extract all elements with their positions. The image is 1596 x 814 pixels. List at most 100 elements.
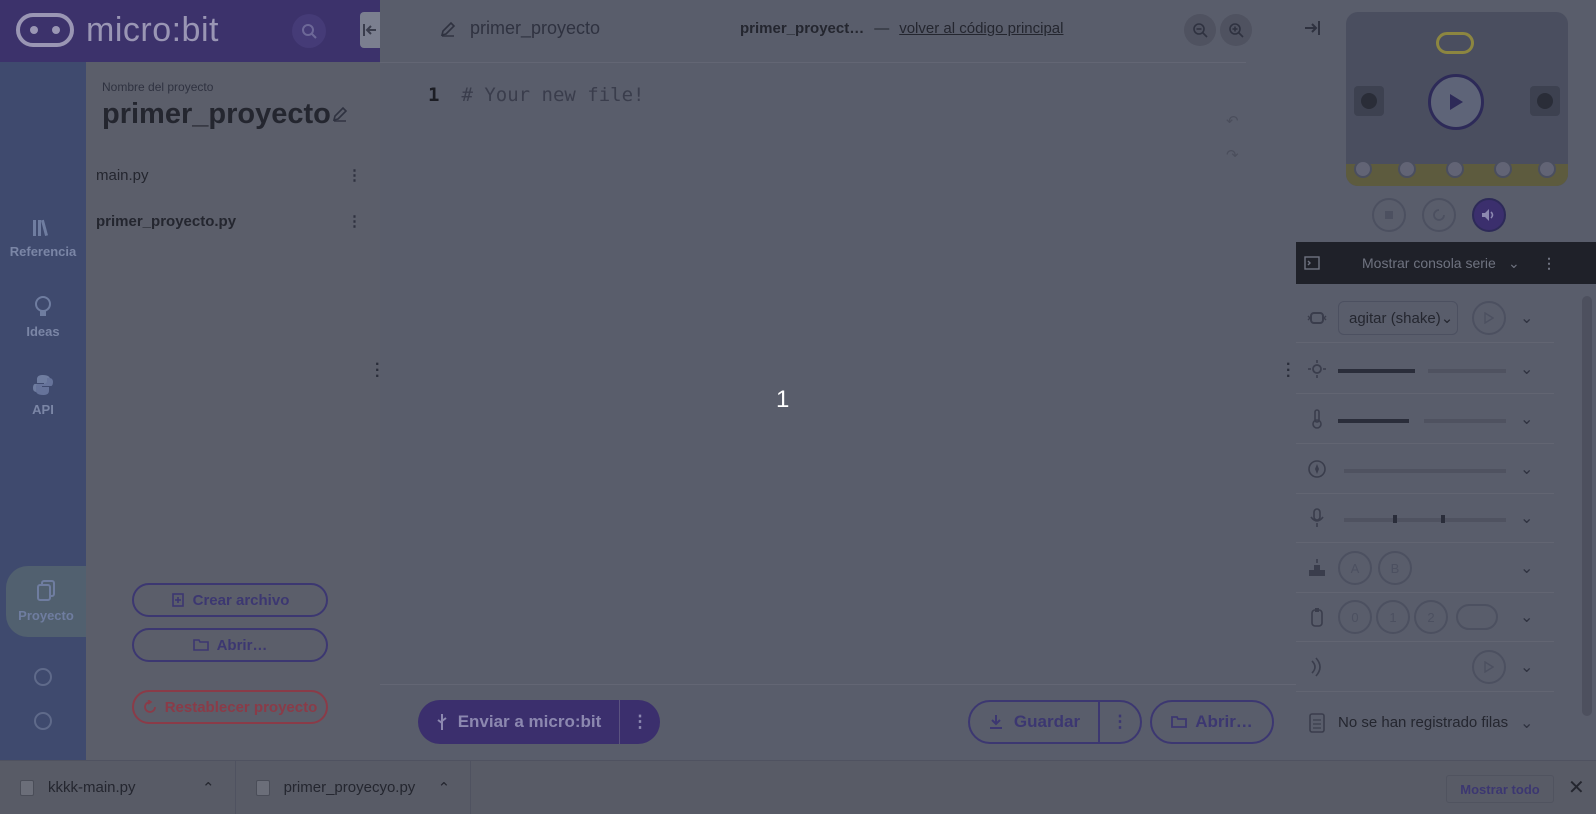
- chevron-up-icon[interactable]: ⌃: [202, 779, 215, 797]
- file-menu-icon[interactable]: ⋮: [346, 166, 362, 184]
- download-icon: [989, 715, 1002, 729]
- radio-message-input[interactable]: [1338, 653, 1454, 681]
- zoom-out-button[interactable]: [1184, 14, 1216, 46]
- search-button[interactable]: [292, 14, 326, 48]
- rail-item-referencia[interactable]: Referencia: [0, 218, 86, 259]
- books-icon: [33, 219, 49, 236]
- pin-1-button[interactable]: 1: [1376, 600, 1410, 634]
- settings-icon[interactable]: [34, 668, 52, 686]
- resize-handle-right[interactable]: · · ·: [1286, 357, 1292, 385]
- create-file-button[interactable]: Crear archivo: [132, 583, 328, 617]
- edit-project-name-button[interactable]: [332, 106, 348, 122]
- board-button-b[interactable]: [1530, 86, 1560, 116]
- play-simulator-button[interactable]: [1428, 74, 1484, 130]
- download-item[interactable]: kkkk-main.py ⌃: [0, 760, 236, 814]
- sound-low-marker[interactable]: [1393, 515, 1397, 523]
- collapse-simulator-button[interactable]: [1304, 20, 1320, 36]
- radio-waves-icon: [1306, 656, 1328, 678]
- show-all-downloads-button[interactable]: Mostrar todo: [1446, 775, 1554, 803]
- compass-slider-track[interactable]: [1344, 469, 1506, 473]
- save-main[interactable]: Guardar: [970, 702, 1100, 742]
- simulator-panel: Mostrar consola serie ⌄ ⋮ agitar (shake)…: [1296, 0, 1596, 760]
- expand-chevron-icon[interactable]: ⌄: [1520, 359, 1533, 379]
- resize-handle-left[interactable]: · · ·: [375, 357, 381, 385]
- breadcrumb-separator: —: [874, 20, 890, 37]
- button-b[interactable]: B: [1378, 551, 1412, 585]
- save-more-icon[interactable]: ⋮: [1100, 702, 1140, 742]
- open-file-button[interactable]: Abrir…: [132, 628, 328, 662]
- save-label: Guardar: [1013, 712, 1081, 731]
- pin-0-label: 0: [1351, 609, 1359, 625]
- expand-chevron-icon[interactable]: ⌄: [1520, 607, 1533, 627]
- sound-slider-track[interactable]: [1344, 518, 1506, 522]
- button-a[interactable]: A: [1338, 551, 1372, 585]
- expand-chevron-icon[interactable]: ⌄: [1520, 459, 1533, 479]
- pin-2-label: 2: [1427, 609, 1435, 625]
- file-name: primer_proyecto.py: [96, 212, 237, 230]
- send-to-microbit-button[interactable]: Enviar a micro:bit ⋮: [418, 700, 660, 744]
- sound-high-marker[interactable]: [1441, 515, 1445, 523]
- expand-chevron-icon[interactable]: ⌄: [1520, 558, 1533, 578]
- header-divider: [380, 62, 1246, 63]
- pin-0-button[interactable]: 0: [1338, 600, 1372, 634]
- collapse-sidebar-button[interactable]: [360, 12, 380, 48]
- board-pin-2[interactable]: [1446, 160, 1464, 178]
- gesture-select[interactable]: agitar (shake) ⌄: [1338, 301, 1458, 335]
- send-gesture-button[interactable]: [1472, 301, 1506, 335]
- sensor-pins: 0 1 2 ⌄: [1296, 593, 1554, 642]
- pencil-icon[interactable]: [440, 21, 456, 37]
- rail-item-ideas[interactable]: Ideas: [0, 296, 86, 339]
- editor-file-header: primer_proyecto: [440, 18, 600, 39]
- sensor-sound: ⌄: [1296, 494, 1554, 543]
- back-to-main-link[interactable]: volver al código principal: [899, 20, 1063, 37]
- pin-2-button[interactable]: 2: [1414, 600, 1448, 634]
- open-button[interactable]: Abrir…: [1150, 700, 1274, 744]
- stop-button[interactable]: [1372, 198, 1406, 232]
- expand-chevron-icon[interactable]: ⌄: [1520, 308, 1533, 328]
- send-radio-button[interactable]: [1472, 650, 1506, 684]
- rail-label-referencia: Referencia: [9, 244, 77, 259]
- board-pin-0[interactable]: [1354, 160, 1372, 178]
- expand-chevron-icon[interactable]: ⌄: [1520, 409, 1533, 429]
- console-menu-icon[interactable]: ⋮: [1542, 255, 1556, 272]
- rail-item-api[interactable]: API: [0, 374, 86, 417]
- send-main[interactable]: Enviar a micro:bit: [418, 700, 620, 744]
- board-pin-gnd[interactable]: [1538, 160, 1556, 178]
- sensor-gesture: agitar (shake) ⌄ ⌄: [1296, 294, 1554, 343]
- sensor-radio: ⌄: [1296, 643, 1554, 692]
- restart-button[interactable]: [1422, 198, 1456, 232]
- code-line[interactable]: 1 # Your new file!: [428, 84, 644, 106]
- data-log-status: No se han registrado filas: [1338, 714, 1509, 731]
- simulator-scrollbar[interactable]: [1582, 296, 1592, 716]
- file-menu-icon[interactable]: ⋮: [346, 212, 362, 230]
- light-slider-track[interactable]: [1428, 369, 1506, 373]
- microbit-logo: micro:bit: [16, 11, 219, 49]
- board-pin-3v[interactable]: [1494, 160, 1512, 178]
- rail-item-proyecto[interactable]: Proyecto: [6, 566, 86, 637]
- mute-toggle-button[interactable]: [1472, 198, 1506, 232]
- expand-chevron-icon[interactable]: ⌄: [1520, 508, 1533, 528]
- usb-icon: [437, 714, 447, 730]
- reset-project-button[interactable]: Restablecer proyecto: [132, 690, 328, 724]
- code-editor: primer_proyecto primer_proyect… — volver…: [375, 0, 1296, 760]
- close-icon[interactable]: ✕: [1568, 775, 1585, 800]
- help-icon[interactable]: [34, 712, 52, 730]
- save-button[interactable]: Guardar ⋮: [968, 700, 1142, 744]
- board-button-a[interactable]: [1354, 86, 1384, 116]
- expand-chevron-icon[interactable]: ⌄: [1520, 713, 1533, 733]
- redo-icon[interactable]: ↷: [1226, 146, 1239, 164]
- temperature-slider-track[interactable]: [1424, 419, 1506, 423]
- undo-icon[interactable]: ↶: [1226, 112, 1239, 130]
- expand-chevron-icon[interactable]: ⌄: [1520, 657, 1533, 677]
- zoom-in-button[interactable]: [1220, 14, 1252, 46]
- logo-touch-button[interactable]: [1456, 604, 1498, 630]
- chevron-up-icon[interactable]: ⌃: [438, 779, 451, 797]
- serial-console-toggle[interactable]: Mostrar consola serie ⌄ ⋮: [1296, 242, 1596, 284]
- file-row-main[interactable]: main.py ⋮: [96, 166, 362, 185]
- download-item[interactable]: primer_proyecyo.py ⌃: [236, 760, 472, 814]
- board-logo-icon[interactable]: [1436, 32, 1474, 54]
- send-more-icon[interactable]: ⋮: [620, 712, 660, 732]
- code-text[interactable]: # Your new file!: [461, 84, 644, 106]
- board-pin-1[interactable]: [1398, 160, 1416, 178]
- file-row-primer-proyecto[interactable]: primer_proyecto.py ⋮: [96, 212, 362, 231]
